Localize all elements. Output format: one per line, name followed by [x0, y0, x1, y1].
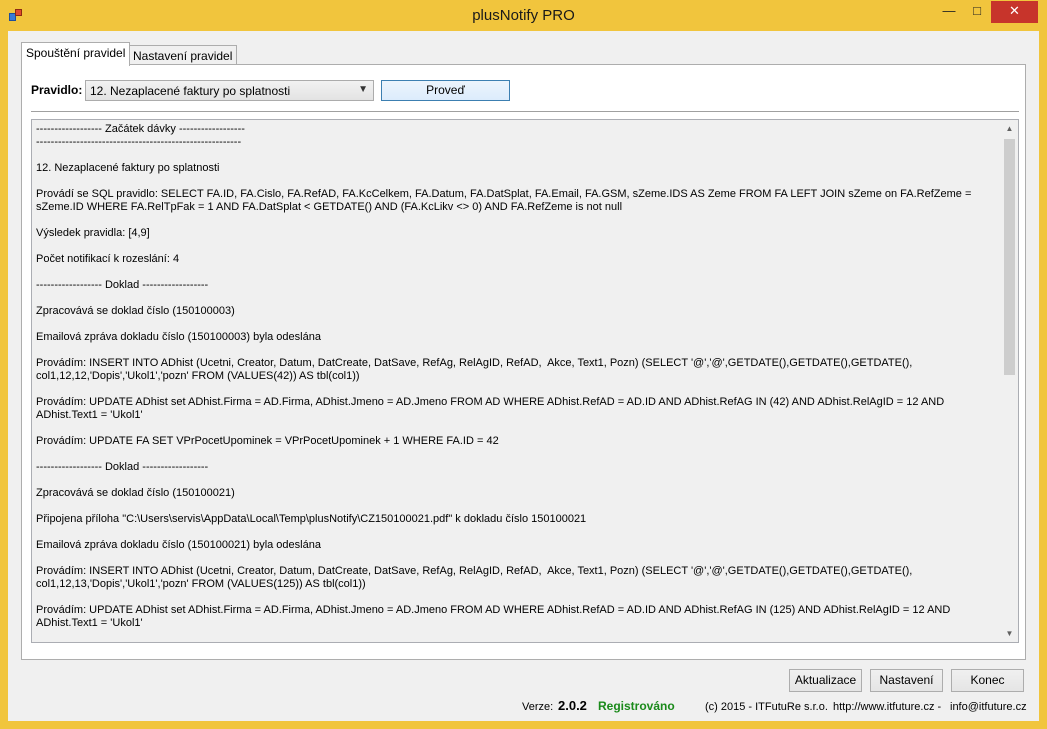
log-line: ------------------ Doklad --------------…	[36, 279, 209, 291]
minimize-button[interactable]: —	[935, 1, 963, 23]
log-line: Připojena příloha "C:\Users\servis\AppDa…	[36, 513, 587, 525]
tab-rule-settings[interactable]: Nastavení pravidel	[128, 45, 238, 66]
tab-panel-run-rules: Pravidlo: 12. Nezaplacené faktury po spl…	[21, 64, 1026, 660]
log-line: Provádím: INSERT INTO ADhist (Ucetni, Cr…	[36, 357, 916, 382]
version-label: Verze:	[522, 701, 554, 713]
log-line: Provádí se SQL pravidlo: SELECT FA.ID, F…	[36, 188, 975, 213]
log-line: Provádím: INSERT INTO ADhist (Ucetni, Cr…	[36, 565, 916, 590]
log-line: Emailová zpráva dokladu číslo (150100003…	[36, 331, 321, 343]
log-line: Provádím: UPDATE FA SET VPrPocetUpominek…	[36, 435, 499, 447]
log-line: ------------------ Začátek dávky -------…	[36, 123, 245, 135]
scroll-thumb[interactable]	[1004, 139, 1015, 375]
rule-select[interactable]: 12. Nezaplacené faktury po splatnosti ▼	[85, 80, 374, 101]
settings-button[interactable]: Nastavení	[870, 669, 943, 692]
log-line: Počet notifikací k rozeslání: 4	[36, 253, 180, 265]
tab-run-rules[interactable]: Spouštění pravidel	[21, 42, 131, 66]
vertical-scrollbar[interactable]: ▲ ▼	[1001, 120, 1018, 642]
log-line: 12. Nezaplacené faktury po splatnosti	[36, 162, 220, 174]
refresh-button[interactable]: Aktualizace	[789, 669, 862, 692]
log-line: Emailová zpráva dokladu číslo (150100021…	[36, 539, 321, 551]
rule-label: Pravidlo:	[31, 83, 83, 97]
client-area: Spouštění pravidel Nastavení pravidel Pr…	[8, 31, 1039, 721]
divider	[31, 111, 1019, 113]
title-bar[interactable]: plusNotify PRO — □ ✕	[0, 0, 1047, 31]
rule-select-value: 12. Nezaplacené faktury po splatnosti	[90, 84, 291, 98]
scroll-up-icon[interactable]: ▲	[1001, 120, 1018, 137]
log-line: Provádím: UPDATE ADhist set ADhist.Firma…	[36, 604, 953, 629]
scroll-down-icon[interactable]: ▼	[1001, 625, 1018, 642]
email-link[interactable]: info@itfuture.cz	[950, 701, 1027, 713]
registration-status: Registrováno	[598, 699, 675, 713]
copyright-text: (c) 2015 - ITFutuRe s.r.o.	[705, 701, 828, 713]
log-line: ------------------ Doklad --------------…	[36, 461, 209, 473]
log-textbox[interactable]: ------------------ Začátek dávky -------…	[31, 119, 1019, 643]
end-button[interactable]: Konec	[951, 669, 1024, 692]
log-line: Zpracovává se doklad číslo (150100021)	[36, 487, 235, 499]
window-title: plusNotify PRO	[472, 7, 575, 24]
app-window: plusNotify PRO — □ ✕ Spouštění pravidel …	[0, 0, 1047, 729]
log-content: ------------------ Začátek dávky -------…	[36, 123, 998, 630]
log-line: Provádím: UPDATE ADhist set ADhist.Firma…	[36, 396, 947, 421]
website-link[interactable]: http://www.itfuture.cz -	[833, 701, 941, 713]
log-line: ----------------------------------------…	[36, 136, 242, 148]
log-line: Zpracovává se doklad číslo (150100003)	[36, 305, 235, 317]
close-button[interactable]: ✕	[991, 1, 1038, 23]
version-value: 2.0.2	[558, 698, 587, 713]
chevron-down-icon: ▼	[358, 84, 368, 95]
run-button[interactable]: Proveď	[381, 80, 510, 101]
maximize-button[interactable]: □	[963, 1, 991, 23]
log-line: Výsledek pravidla: [4,9]	[36, 227, 150, 239]
